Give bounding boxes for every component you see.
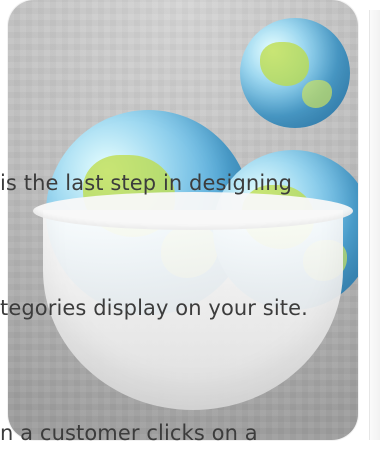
bowl-shape <box>33 192 353 410</box>
right-edge-panel <box>369 10 380 440</box>
globe-icon-top <box>240 18 350 128</box>
blurred-globe-thumbnail <box>8 0 358 440</box>
